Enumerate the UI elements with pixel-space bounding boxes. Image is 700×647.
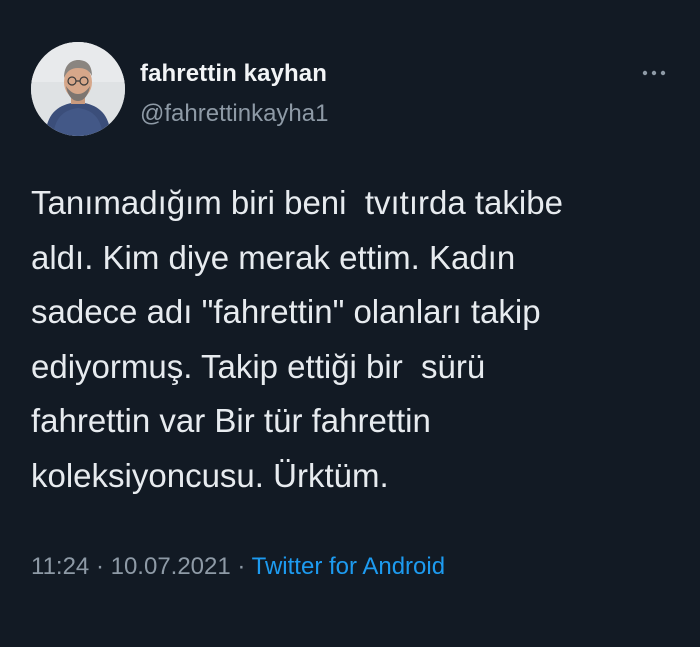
author-handle[interactable]: @fahrettinkayha1	[140, 100, 328, 128]
tweet-text: Tanımadığım biri beni tvıtırda takibe al…	[31, 184, 563, 494]
meta-separator: ·	[89, 553, 111, 580]
tweet-card: fahrettin kayhan @fahrettinkayha1 Tanıma…	[0, 0, 700, 647]
meta-separator: ·	[230, 553, 252, 580]
tweet-date[interactable]: 10.07.2021	[111, 553, 231, 580]
profile-photo-icon	[31, 42, 125, 136]
author-display-name[interactable]: fahrettin kayhan	[140, 60, 327, 88]
tweet-source-link[interactable]: Twitter for Android	[252, 553, 445, 580]
tweet-time[interactable]: 11:24	[31, 553, 89, 580]
avatar[interactable]	[31, 42, 125, 136]
more-horizontal-icon[interactable]	[641, 66, 667, 78]
tweet-meta: 11:24 · 10.07.2021 · Twitter for Android	[31, 553, 445, 581]
